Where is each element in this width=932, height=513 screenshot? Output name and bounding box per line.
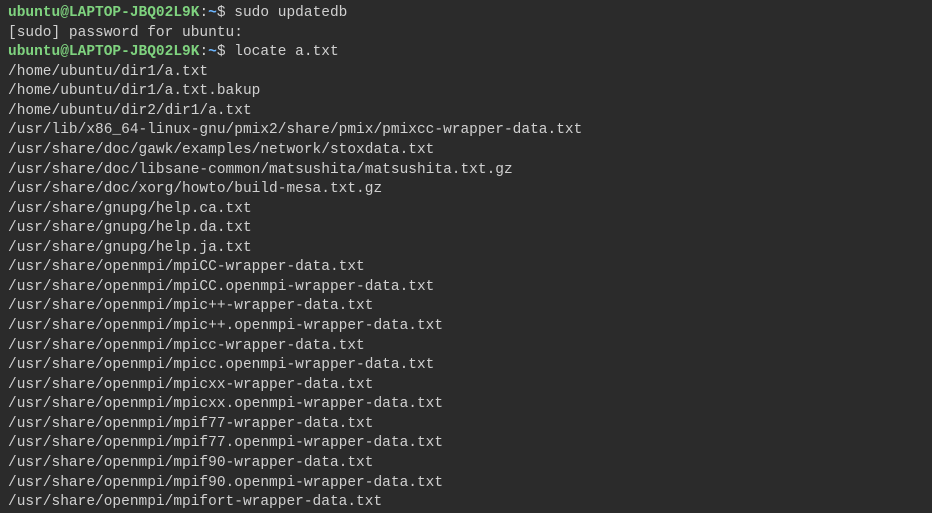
command-input-2 bbox=[226, 44, 235, 60]
output-line: /usr/share/openmpi/mpif90-wrapper-data.t… bbox=[8, 454, 924, 474]
output-line: /usr/lib/x86_64-linux-gnu/pmix2/share/pm… bbox=[8, 121, 924, 141]
output-line: /usr/share/gnupg/help.da.txt bbox=[8, 219, 924, 239]
output-line: /usr/share/gnupg/help.ja.txt bbox=[8, 239, 924, 259]
command-text-2: locate a.txt bbox=[234, 44, 338, 60]
output-line: /usr/share/openmpi/mpicxx.openmpi-wrappe… bbox=[8, 395, 924, 415]
output-line: /home/ubuntu/dir2/dir1/a.txt bbox=[8, 102, 924, 122]
output-line: /usr/share/openmpi/mpiCC.openmpi-wrapper… bbox=[8, 278, 924, 298]
terminal-line-prompt-1[interactable]: ubuntu@LAPTOP-JBQ02L9K:~$ sudo updatedb bbox=[8, 4, 924, 24]
output-line: /usr/share/openmpi/mpiCC-wrapper-data.tx… bbox=[8, 258, 924, 278]
prompt-path: ~ bbox=[208, 5, 217, 21]
output-line: /usr/share/gnupg/help.ca.txt bbox=[8, 200, 924, 220]
output-line: /usr/share/openmpi/mpicc-wrapper-data.tx… bbox=[8, 337, 924, 357]
output-line: /usr/share/openmpi/mpicxx-wrapper-data.t… bbox=[8, 376, 924, 396]
terminal-line-prompt-2[interactable]: ubuntu@LAPTOP-JBQ02L9K:~$ locate a.txt bbox=[8, 43, 924, 63]
output-line: /usr/share/openmpi/mpicc.openmpi-wrapper… bbox=[8, 356, 924, 376]
prompt-dollar: $ bbox=[217, 44, 226, 60]
locate-output: /home/ubuntu/dir1/a.txt/home/ubuntu/dir1… bbox=[8, 63, 924, 513]
prompt-path: ~ bbox=[208, 44, 217, 60]
prompt-separator: : bbox=[199, 5, 208, 21]
output-line: /usr/share/openmpi/mpif77-wrapper-data.t… bbox=[8, 415, 924, 435]
output-line: /usr/share/openmpi/mpif77.openmpi-wrappe… bbox=[8, 434, 924, 454]
output-line: /usr/share/openmpi/mpifort-wrapper-data.… bbox=[8, 493, 924, 513]
prompt-user-host: ubuntu@LAPTOP-JBQ02L9K bbox=[8, 44, 199, 60]
output-line: /usr/share/openmpi/mpic++-wrapper-data.t… bbox=[8, 297, 924, 317]
prompt-separator: : bbox=[199, 44, 208, 60]
output-line: /usr/share/doc/libsane-common/matsushita… bbox=[8, 161, 924, 181]
prompt-user-host: ubuntu@LAPTOP-JBQ02L9K bbox=[8, 5, 199, 21]
output-line: /usr/share/doc/xorg/howto/build-mesa.txt… bbox=[8, 180, 924, 200]
output-line: /usr/share/openmpi/mpif90.openmpi-wrappe… bbox=[8, 474, 924, 494]
output-line: /home/ubuntu/dir1/a.txt bbox=[8, 63, 924, 83]
output-line: /usr/share/doc/gawk/examples/network/sto… bbox=[8, 141, 924, 161]
sudo-password-prompt: [sudo] password for ubuntu: bbox=[8, 24, 924, 44]
output-line: /usr/share/openmpi/mpic++.openmpi-wrappe… bbox=[8, 317, 924, 337]
output-line: /home/ubuntu/dir1/a.txt.bakup bbox=[8, 82, 924, 102]
command-text-1: sudo updatedb bbox=[234, 5, 347, 21]
prompt-dollar: $ bbox=[217, 5, 226, 21]
command-input-1 bbox=[226, 5, 235, 21]
